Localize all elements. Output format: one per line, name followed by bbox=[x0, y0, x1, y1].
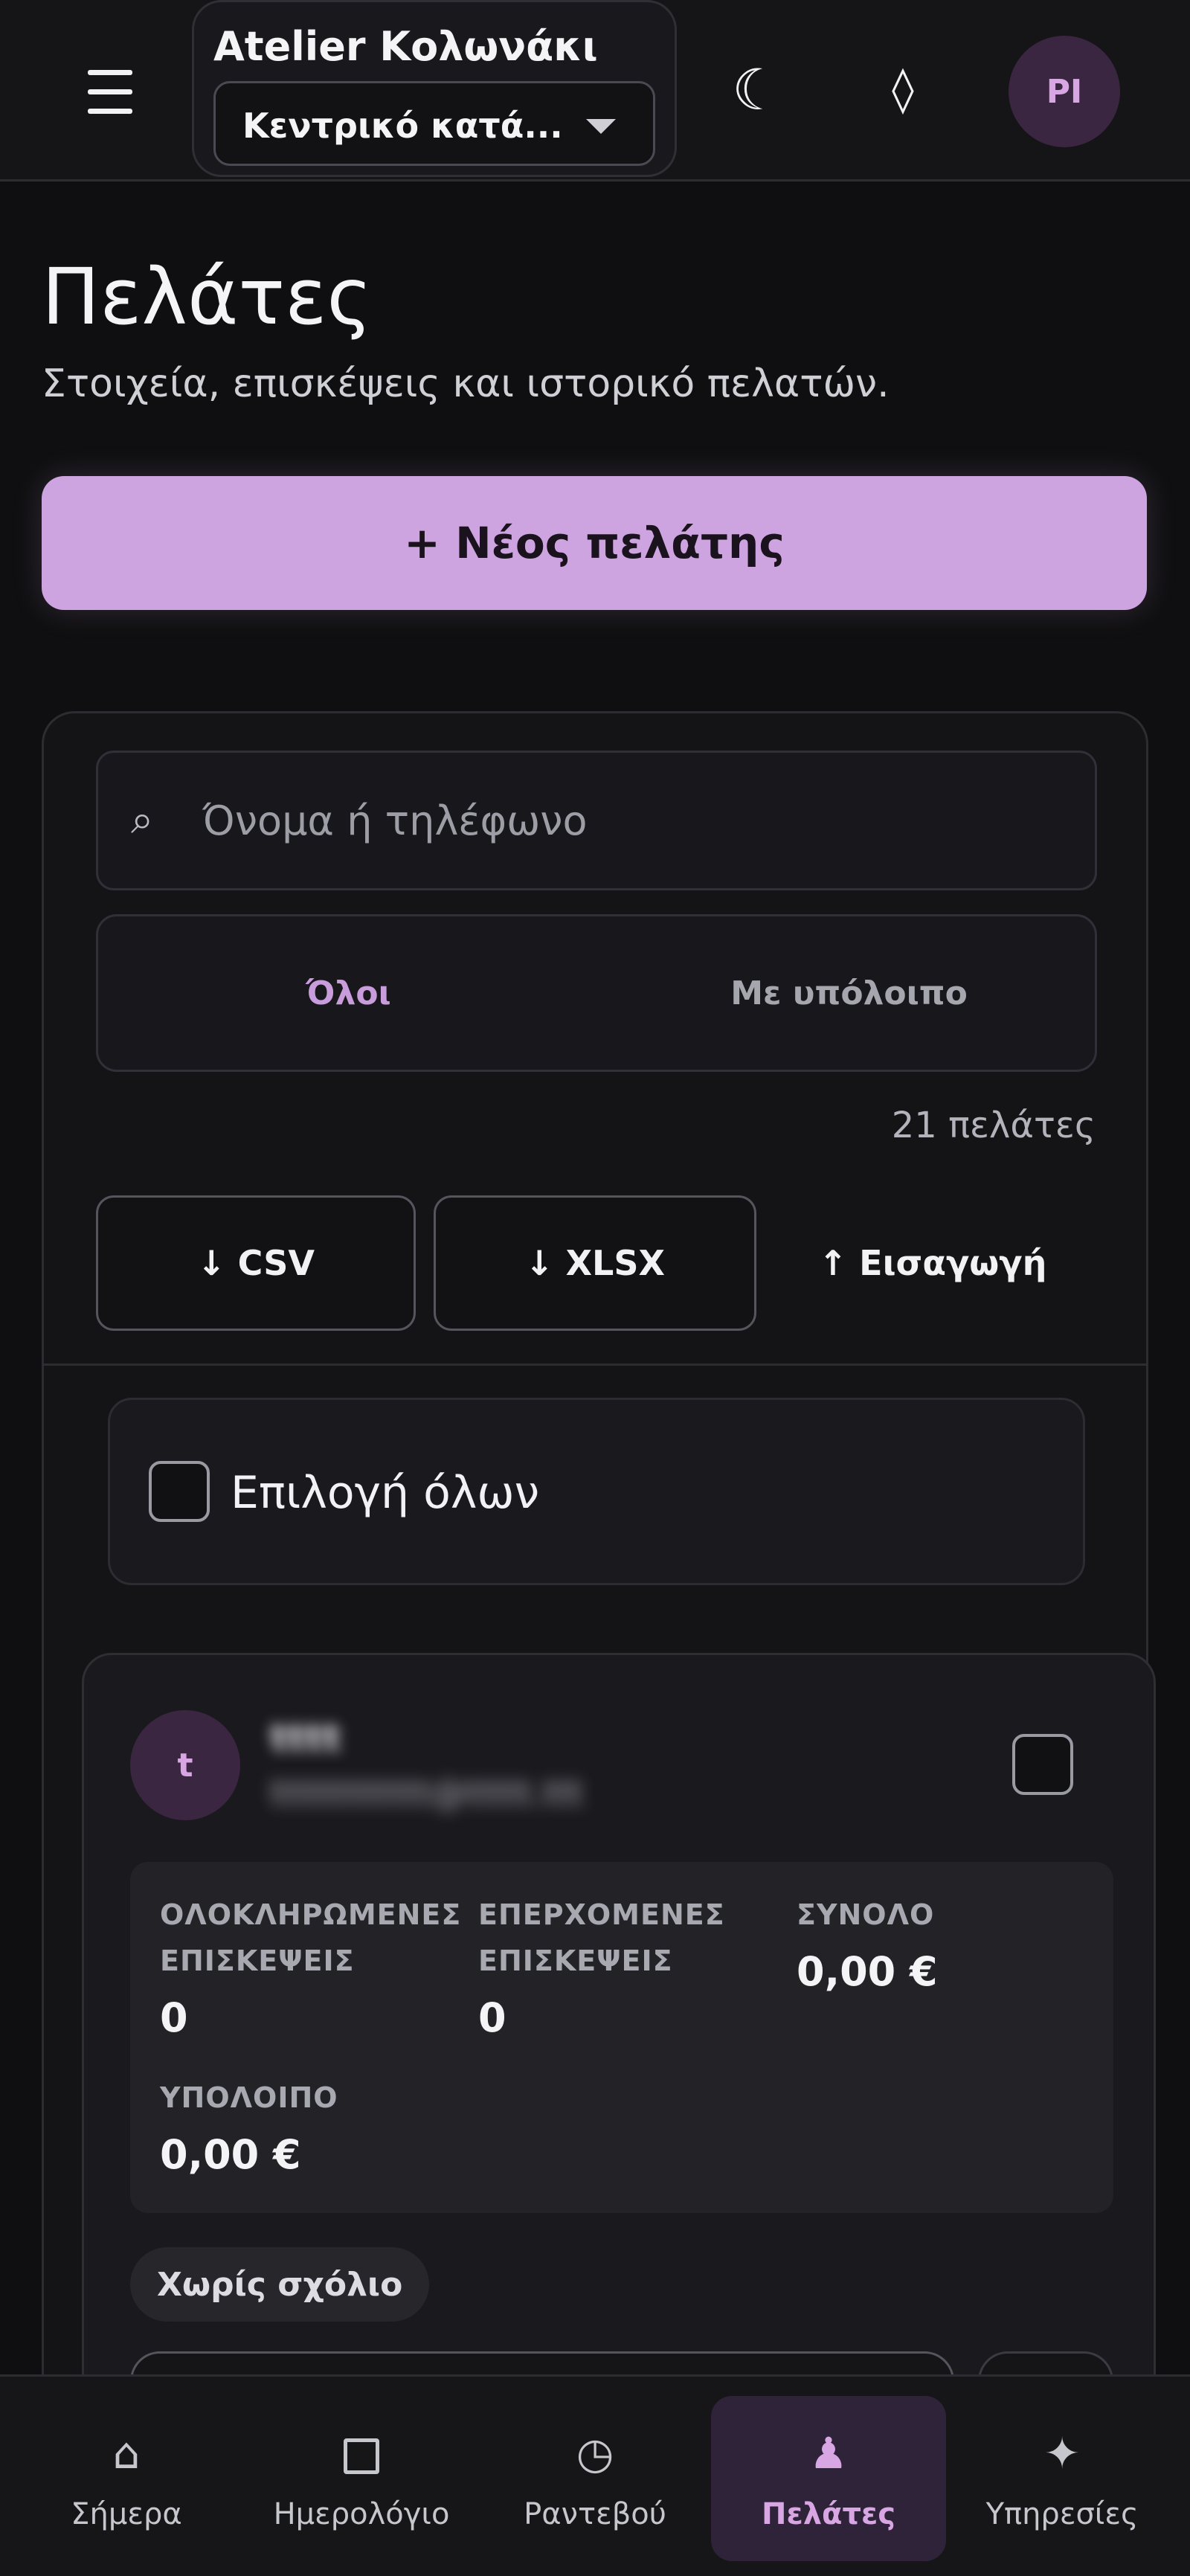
bottom-nav: ⌂ Σήμερα Ημερολόγιο ◷ Ραντεβού ♟ Πελάτες… bbox=[0, 2374, 1190, 2576]
stat-total: ΣΥΝΟΛΟ 0,00 € bbox=[797, 1892, 1094, 1995]
client-stats: ΟΛΟΚΛΗΡΩΜΕΝΕΣ ΕΠΙΣΚΕΨΕΙΣ 0 ΕΠΕΡΧΟΜΕΝΕΣ Ε… bbox=[130, 1862, 1113, 2213]
tab-with-balance[interactable]: Με υπόλοιπο bbox=[599, 916, 1099, 1070]
divider bbox=[44, 1364, 1146, 1366]
clients-screen: Atelier Κολωνάκι Κεντρικό κατά... ☾ ◊ PI… bbox=[0, 0, 1190, 2576]
client-checkbox[interactable] bbox=[1012, 1734, 1073, 1795]
nav-label: Ημερολόγιο bbox=[273, 2497, 450, 2531]
select-all-label: Επιλογή όλων bbox=[231, 1467, 540, 1519]
client-count: 21 πελάτες bbox=[891, 1105, 1096, 1146]
client-avatar: t bbox=[130, 1710, 240, 1820]
stat-value: 0,00 € bbox=[160, 2131, 301, 2178]
client-email: tttttttttttt@ttttt.ttt bbox=[270, 1773, 584, 1813]
search-input[interactable]: ⌕ Όνομα ή τηλέφωνο bbox=[96, 751, 1097, 890]
nav-label: Υπηρεσίες bbox=[985, 2497, 1139, 2531]
diamond-icon[interactable]: ◊ bbox=[866, 52, 940, 126]
nav-services[interactable]: ✦ Υπηρεσίες bbox=[945, 2396, 1180, 2561]
salon-name: Atelier Κολωνάκι bbox=[213, 23, 598, 70]
branch-select[interactable]: Κεντρικό κατά... bbox=[213, 81, 655, 166]
nav-label: Σήμερα bbox=[71, 2497, 182, 2531]
menu-icon[interactable] bbox=[80, 64, 140, 121]
page-title: Πελάτες bbox=[42, 251, 373, 342]
nav-appointments[interactable]: ◷ Ραντεβού bbox=[477, 2396, 713, 2561]
nav-label: Ραντεβού bbox=[524, 2497, 666, 2531]
page-subtitle: Στοιχεία, επισκέψεις και ιστορικό πελατώ… bbox=[42, 362, 890, 406]
stat-value: 0 bbox=[160, 1994, 188, 2041]
filter-segment: Όλοι Με υπόλοιπο bbox=[96, 914, 1097, 1072]
user-avatar[interactable]: PI bbox=[1009, 36, 1120, 147]
client-name: tttt bbox=[270, 1716, 341, 1759]
export-xlsx-button[interactable]: ↓ XLSX bbox=[434, 1195, 756, 1331]
clock-icon: ◷ bbox=[576, 2428, 614, 2479]
stat-label: ΕΠΕΡΧΟΜΕΝΕΣ ΕΠΙΣΚΕΨΕΙΣ bbox=[478, 1898, 725, 1977]
chevron-down-icon bbox=[586, 119, 616, 134]
select-all-checkbox[interactable] bbox=[149, 1461, 210, 1522]
nav-calendar[interactable]: Ημερολόγιο bbox=[244, 2396, 479, 2561]
sparkle-icon: ✦ bbox=[1043, 2428, 1081, 2479]
top-header: Atelier Κολωνάκι Κεντρικό κατά... ☾ ◊ PI bbox=[0, 0, 1190, 182]
nav-clients[interactable]: ♟ Πελάτες bbox=[711, 2396, 946, 2561]
search-placeholder: Όνομα ή τηλέφωνο bbox=[202, 797, 588, 844]
stat-upcoming-visits: ΕΠΕΡΧΟΜΕΝΕΣ ΕΠΙΣΚΕΨΕΙΣ 0 bbox=[478, 1892, 776, 2041]
stat-balance: ΥΠΟΛΟΙΠΟ 0,00 € bbox=[160, 2075, 457, 2178]
nav-label: Πελάτες bbox=[761, 2497, 896, 2531]
export-csv-button[interactable]: ↓ CSV bbox=[96, 1195, 416, 1331]
note-chip: Χωρίς σχόλιο bbox=[130, 2247, 430, 2322]
calendar-icon bbox=[344, 2426, 379, 2481]
stat-value: 0,00 € bbox=[797, 1948, 938, 1995]
stat-label: ΟΛΟΚΛΗΡΩΜΕΝΕΣ ΕΠΙΣΚΕΨΕΙΣ bbox=[160, 1898, 462, 1977]
select-all-row[interactable]: Επιλογή όλων bbox=[108, 1398, 1085, 1585]
branch-select-value: Κεντρικό κατά... bbox=[242, 106, 563, 146]
stat-value: 0 bbox=[478, 1994, 506, 2041]
import-button[interactable]: ↑ Εισαγωγή bbox=[773, 1195, 1093, 1331]
stat-label: ΥΠΟΛΟΙΠΟ bbox=[160, 2081, 338, 2114]
new-client-button[interactable]: + Νέος πελάτης bbox=[42, 476, 1147, 610]
stat-completed-visits: ΟΛΟΚΛΗΡΩΜΕΝΕΣ ΕΠΙΣΚΕΨΕΙΣ 0 bbox=[160, 1892, 462, 2041]
nav-today[interactable]: ⌂ Σήμερα bbox=[9, 2396, 244, 2561]
search-icon: ⌕ bbox=[131, 796, 154, 843]
salon-switcher: Atelier Κολωνάκι Κεντρικό κατά... bbox=[192, 0, 677, 177]
tab-all[interactable]: Όλοι bbox=[98, 916, 599, 1070]
home-icon: ⌂ bbox=[112, 2428, 141, 2479]
stat-label: ΣΥΝΟΛΟ bbox=[797, 1898, 935, 1931]
client-icon: ♟ bbox=[809, 2428, 848, 2479]
moon-icon[interactable]: ☾ bbox=[720, 52, 794, 126]
